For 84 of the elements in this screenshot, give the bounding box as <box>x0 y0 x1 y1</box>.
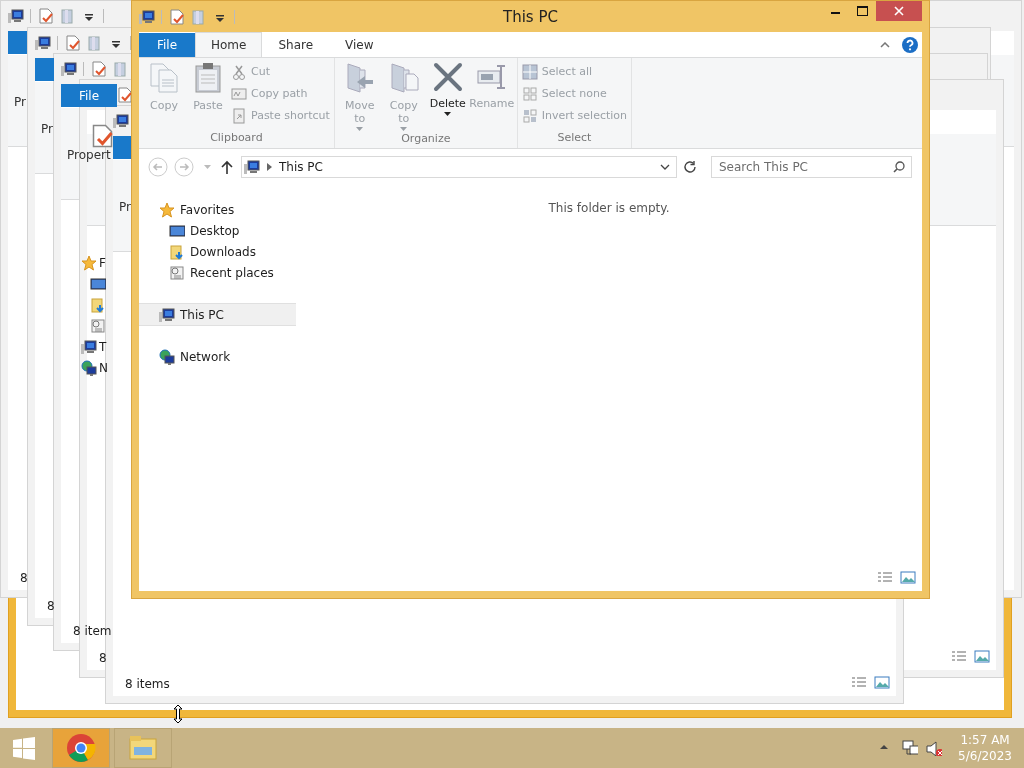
recent-places-icon <box>169 264 185 281</box>
move-folder-icon <box>344 62 375 94</box>
windows-logo-icon <box>12 736 36 760</box>
recent-places-icon[interactable] <box>90 317 106 334</box>
dropdown-caret-icon[interactable] <box>660 164 670 170</box>
ribbon-label[interactable]: Pr <box>41 122 53 136</box>
nav-item[interactable]: Desktop <box>139 220 296 241</box>
properties-icon[interactable] <box>64 35 80 51</box>
breadcrumb-arrow-icon[interactable] <box>267 160 272 174</box>
star-icon <box>159 201 175 218</box>
close-icon <box>894 6 904 16</box>
file-tab[interactable]: File <box>61 84 117 107</box>
file-tab[interactable]: File <box>139 33 195 57</box>
computer-icon <box>244 159 260 175</box>
properties-icon[interactable] <box>37 8 53 24</box>
ribbon-label[interactable]: Propert <box>67 148 111 162</box>
clipboard-icon <box>193 62 223 94</box>
computer-icon <box>113 113 129 129</box>
nav-item[interactable]: Recent places <box>139 262 296 283</box>
status-text: 8 <box>99 651 107 665</box>
status-text: 8 item <box>73 624 112 638</box>
dropdown-caret-icon[interactable] <box>444 112 452 116</box>
properties-icon[interactable] <box>90 61 106 77</box>
up-arrow-icon[interactable] <box>221 160 233 174</box>
computer-icon <box>35 35 51 51</box>
status-text: 8 <box>20 571 28 585</box>
large-icons-view-icon[interactable] <box>974 650 990 666</box>
ribbon-tab[interactable]: View <box>329 32 390 57</box>
nav-item[interactable]: Favorites <box>139 199 296 220</box>
invert-selection-icon <box>521 107 538 124</box>
status-text: 8 items <box>125 677 170 691</box>
search-field[interactable]: Search This PC <box>711 156 912 178</box>
properties-icon[interactable] <box>116 87 132 103</box>
computer-icon[interactable] <box>81 338 97 355</box>
nav-item[interactable]: Downloads <box>139 241 296 262</box>
downloads-folder-icon <box>169 243 185 260</box>
breadcrumb-item[interactable]: This PC <box>279 160 323 174</box>
scissors-icon <box>231 63 247 80</box>
copy-icon <box>149 62 179 94</box>
select-none-icon <box>521 85 538 102</box>
help-icon[interactable] <box>902 36 918 53</box>
ribbon-group-label: Select <box>556 130 593 146</box>
computer-icon <box>61 61 77 77</box>
status-text: 8 <box>47 599 55 613</box>
address-bar[interactable]: This PC <box>241 156 677 178</box>
select-all-icon <box>521 63 538 80</box>
large-icons-view-icon[interactable] <box>900 571 916 587</box>
folder-icon <box>128 733 158 763</box>
muted-speaker-icon[interactable] <box>926 740 943 756</box>
properties-icon[interactable] <box>168 8 184 25</box>
browser-icon <box>66 733 96 763</box>
large-icons-view-icon[interactable] <box>874 676 890 692</box>
ribbon-group-label: Organize <box>400 131 452 147</box>
ribbon-tab[interactable]: Home <box>195 32 263 57</box>
shortcut-icon <box>231 107 247 124</box>
desktop-icon <box>169 222 185 239</box>
network-status-icon[interactable] <box>902 740 919 756</box>
star-icon[interactable] <box>81 254 97 271</box>
refresh-icon[interactable] <box>683 160 697 174</box>
nav-item[interactable]: This PC <box>139 303 296 326</box>
network-icon <box>159 348 175 365</box>
ribbon-button[interactable]: Delete <box>426 60 469 131</box>
copy-path-icon <box>231 85 247 102</box>
ribbon-group-label: Clipboard <box>209 130 264 146</box>
copy-folder-icon <box>388 62 419 94</box>
nav-item-label[interactable]: F <box>99 255 106 270</box>
computer-icon <box>139 8 155 25</box>
nav-item-label[interactable]: N <box>99 360 108 375</box>
nav-item-label[interactable]: T <box>99 339 107 354</box>
collapse-ribbon-icon[interactable] <box>880 41 890 48</box>
ribbon-label[interactable]: Pr <box>14 95 26 109</box>
rename-icon <box>476 62 507 92</box>
downloads-folder-icon[interactable] <box>90 296 106 313</box>
ribbon-label[interactable]: Pr <box>119 200 131 214</box>
network-icon[interactable] <box>81 359 97 376</box>
computer-icon <box>8 8 24 24</box>
nav-item[interactable]: Network <box>139 346 296 367</box>
taskbar-button[interactable] <box>52 728 110 768</box>
search-icon[interactable] <box>893 161 905 173</box>
computer-icon <box>159 306 175 323</box>
empty-folder-message: This folder is empty. <box>548 201 670 217</box>
delete-icon <box>432 62 463 92</box>
ribbon-tab[interactable]: Share <box>262 32 330 57</box>
window-title: This PC <box>502 7 559 26</box>
